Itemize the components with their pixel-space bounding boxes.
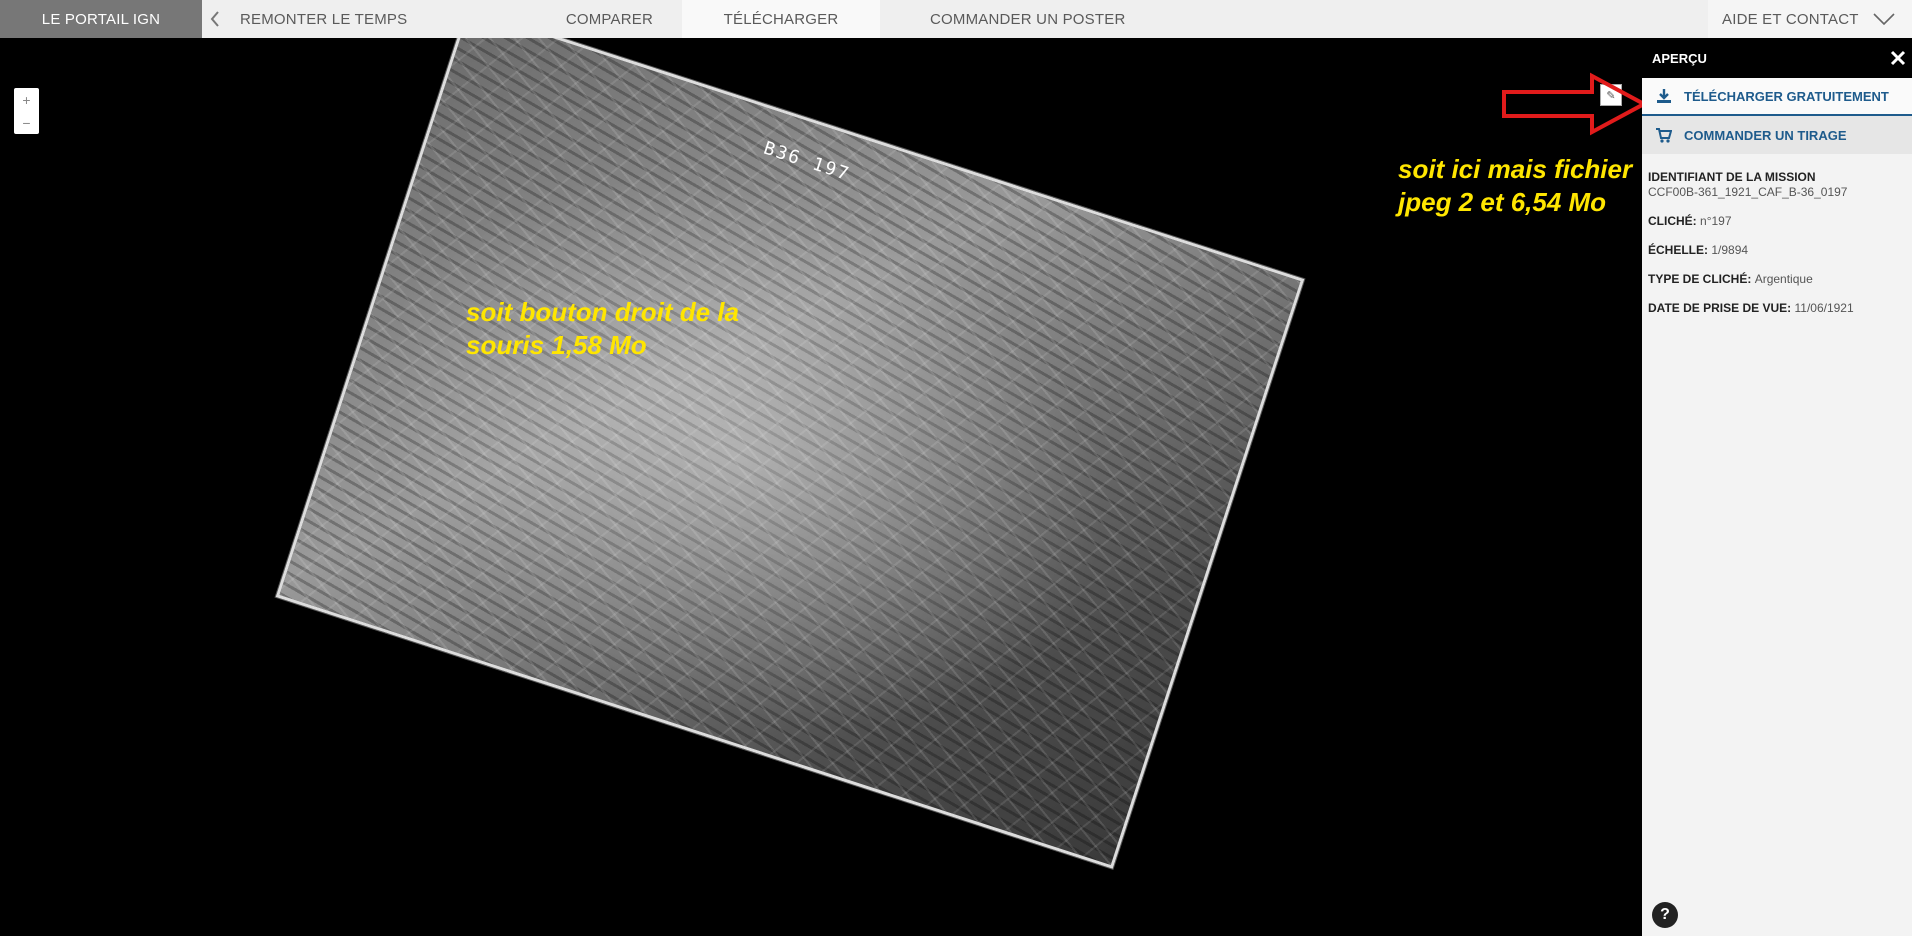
info-row-mission: IDENTIFIANT DE LA MISSION CCF00B-361_192… (1648, 170, 1906, 200)
brand-link[interactable]: LE PORTAIL IGN (0, 0, 202, 38)
close-button[interactable] (1888, 48, 1908, 68)
order-print-label: COMMANDER UN TIRAGE (1684, 127, 1847, 143)
download-free-label: TÉLÉCHARGER GRATUITEMENT (1684, 88, 1889, 104)
info-value: CCF00B-361_1921_CAF_B-36_0197 (1648, 185, 1848, 199)
download-free-button[interactable]: TÉLÉCHARGER GRATUITEMENT (1642, 78, 1912, 116)
nav-commander-poster[interactable]: COMMANDER UN POSTER (880, 0, 1125, 38)
info-row-cliche: CLICHÉ: n°197 (1648, 214, 1732, 228)
annotation-right: soit ici mais fichier jpeg 2 et 6,54 Mo (1398, 154, 1633, 217)
help-button[interactable]: ? (1652, 902, 1678, 928)
info-value: n°197 (1700, 214, 1732, 228)
order-print-button[interactable]: COMMANDER UN TIRAGE (1642, 116, 1912, 154)
back-button[interactable] (202, 0, 228, 38)
annotation-left: soit bouton droit de la souris 1,58 Mo (466, 297, 739, 360)
nav-comparer[interactable]: COMPARER (482, 0, 682, 38)
nav-telecharger[interactable]: TÉLÉCHARGER (682, 0, 880, 38)
map-viewer[interactable]: + − B36 197 soit bouton droit de la sour… (0, 38, 1642, 936)
cart-icon (1656, 127, 1672, 143)
page: LE PORTAIL IGN REMONTER LE TEMPS COMPARE… (0, 0, 1912, 936)
red-arrow-annotation (1502, 72, 1642, 136)
info-row-type: TYPE DE CLICHÉ: Argentique (1648, 272, 1813, 286)
panel-header: APERÇU (1642, 38, 1912, 78)
info-key: DATE DE PRISE DE VUE (1648, 301, 1788, 315)
top-nav: LE PORTAIL IGN REMONTER LE TEMPS COMPARE… (0, 0, 1912, 38)
info-key: CLICHÉ (1648, 214, 1693, 228)
zoom-out-button[interactable]: − (14, 111, 39, 134)
info-row-echelle: ÉCHELLE: 1/9894 (1648, 243, 1749, 257)
nav-remonter-le-temps[interactable]: REMONTER LE TEMPS (228, 0, 482, 38)
zoom-in-button[interactable]: + (14, 88, 39, 111)
close-icon (1890, 50, 1906, 66)
info-key: IDENTIFIANT DE LA MISSION (1648, 170, 1816, 184)
info-key: ÉCHELLE (1648, 243, 1705, 257)
nav-aide-label: AIDE ET CONTACT (1722, 10, 1859, 28)
info-value: 1/9894 (1711, 243, 1749, 257)
chevron-left-icon (210, 11, 219, 27)
zoom-control: + − (14, 88, 39, 134)
info-row-date: DATE DE PRISE DE VUE: 11/06/1921 (1648, 301, 1854, 315)
info-value: Argentique (1754, 272, 1813, 286)
nav-aide-et-contact[interactable]: AIDE ET CONTACT (1708, 0, 1912, 38)
apercu-panel: APERÇU TÉLÉCHARGER GRATUITEMENT COMMANDE… (1642, 38, 1912, 936)
download-icon (1657, 89, 1671, 103)
panel-title: APERÇU (1652, 50, 1707, 66)
chevron-down-icon (1873, 13, 1895, 25)
info-key: TYPE DE CLICHÉ (1648, 272, 1748, 286)
info-value: 11/06/1921 (1794, 301, 1854, 315)
photo-info: IDENTIFIANT DE LA MISSION CCF00B-361_192… (1642, 154, 1912, 346)
